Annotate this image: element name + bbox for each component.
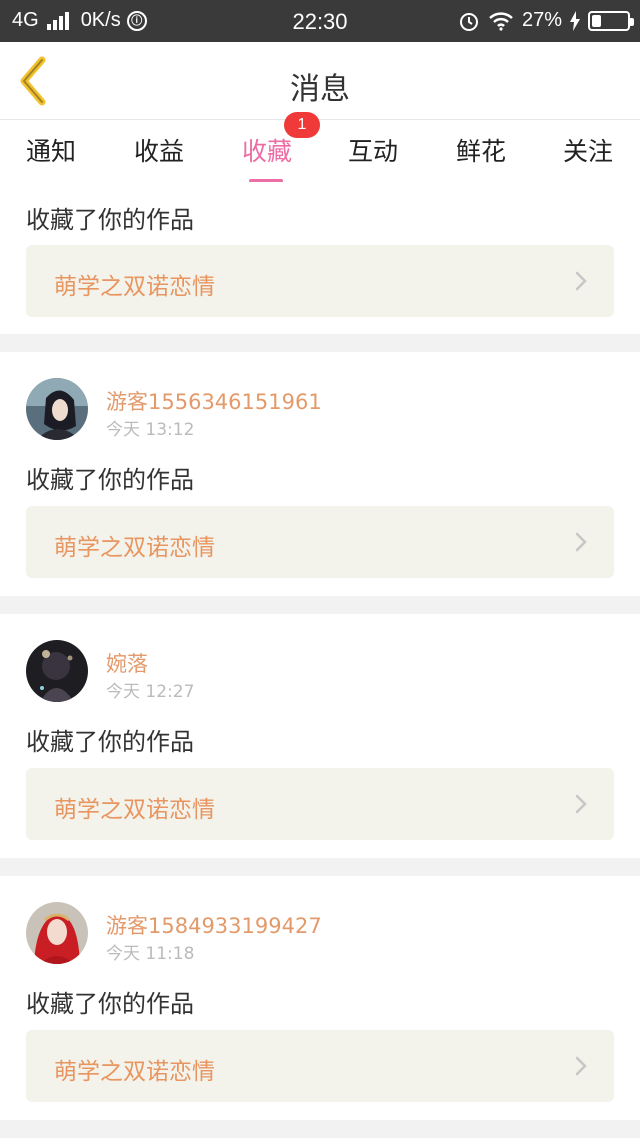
tab-notice[interactable]: 通知 [6, 132, 96, 168]
timestamp: 今天 12:27 [106, 682, 195, 702]
username[interactable]: 游客1556346151961 [106, 386, 322, 416]
tab-interaction[interactable]: 互动 [328, 132, 418, 168]
wifi-icon [489, 11, 513, 31]
status-bar: 4G 0K/s ⓘ 22:30 27% [0, 0, 640, 42]
timestamp: 今天 13:12 [106, 420, 195, 440]
work-link[interactable]: 萌学之双诺恋情 [26, 506, 614, 578]
message-card: 游客1556346151961 今天 13:12 收藏了你的作品 萌学之双诺恋情 [0, 352, 640, 596]
tab-earnings[interactable]: 收益 [114, 132, 204, 168]
message-card: 收藏了你的作品 萌学之双诺恋情 [0, 182, 640, 334]
unread-badge: 1 [284, 112, 320, 138]
chevron-right-icon [575, 1056, 587, 1076]
username[interactable]: 游客1584933199427 [106, 910, 322, 940]
message-action: 收藏了你的作品 [26, 728, 194, 756]
chevron-right-icon [575, 532, 587, 552]
charging-icon [570, 10, 580, 31]
page-title: 消息 [290, 72, 350, 107]
nav-header: 消息 [0, 42, 640, 120]
work-link[interactable]: 萌学之双诺恋情 [26, 1030, 614, 1102]
message-card: 婉落 今天 12:27 收藏了你的作品 萌学之双诺恋情 [0, 614, 640, 858]
work-title: 萌学之双诺恋情 [54, 1059, 215, 1085]
avatar[interactable] [26, 378, 88, 440]
work-title: 萌学之双诺恋情 [54, 274, 215, 300]
tab-bar: 通知 收益 收藏 互动 鲜花 关注 [0, 120, 640, 183]
work-link[interactable]: 萌学之双诺恋情 [26, 768, 614, 840]
battery-percent: 27% [521, 9, 562, 31]
message-action: 收藏了你的作品 [26, 990, 194, 1018]
chevron-right-icon [575, 271, 587, 291]
status-right: 27% [458, 9, 634, 32]
tab-follow[interactable]: 关注 [543, 132, 633, 168]
avatar[interactable] [26, 640, 88, 702]
work-link[interactable]: 萌学之双诺恋情 [26, 245, 614, 317]
chevron-right-icon [575, 794, 587, 814]
avatar[interactable] [26, 902, 88, 964]
battery-icon [588, 10, 634, 31]
work-title: 萌学之双诺恋情 [54, 797, 215, 823]
tab-favorites-label: 收藏 [241, 137, 292, 166]
username[interactable]: 婉落 [106, 648, 148, 678]
timestamp: 今天 11:18 [106, 944, 195, 964]
work-title: 萌学之双诺恋情 [54, 535, 215, 561]
message-action: 收藏了你的作品 [26, 466, 194, 494]
message-action: 收藏了你的作品 [26, 206, 194, 234]
alarm-icon [459, 12, 478, 31]
message-card: 游客1584933199427 今天 11:18 收藏了你的作品 萌学之双诺恋情 [0, 876, 640, 1120]
battery-level [592, 14, 601, 27]
tab-flowers[interactable]: 鲜花 [436, 132, 526, 168]
